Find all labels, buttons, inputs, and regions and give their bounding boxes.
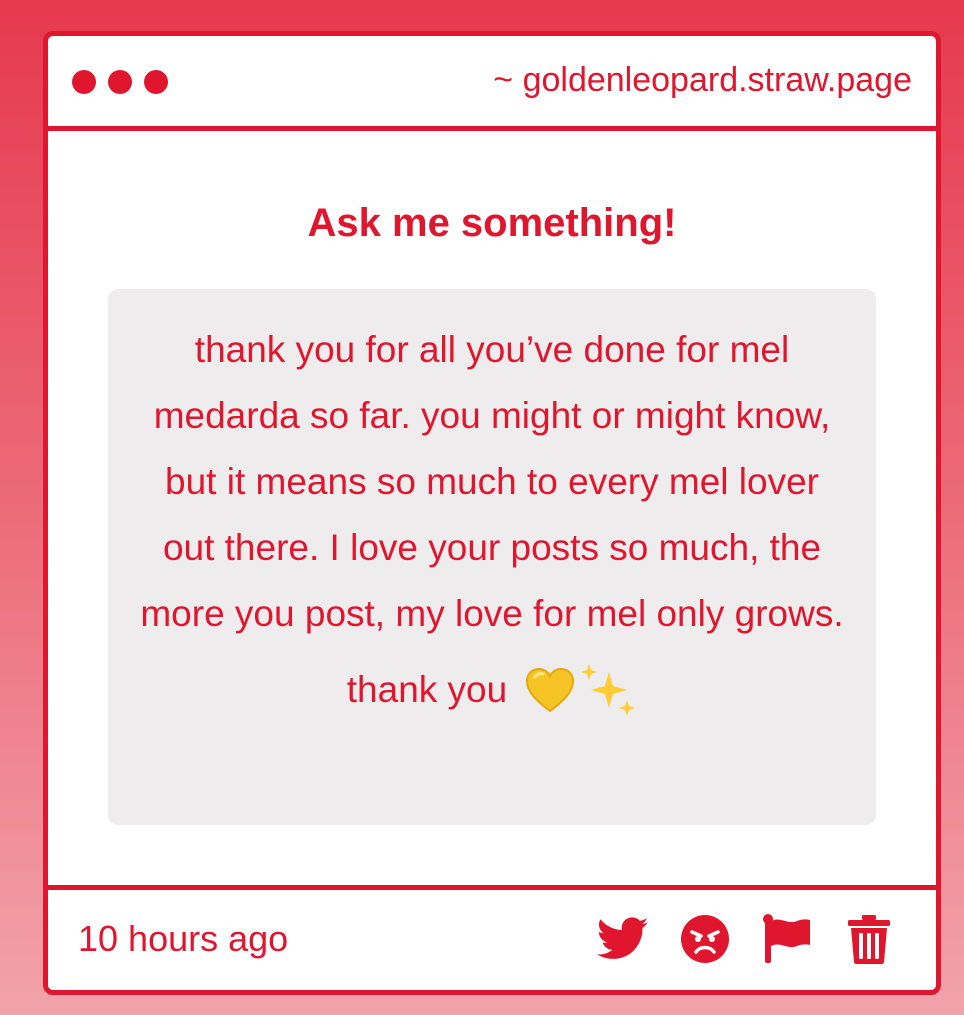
sparkles-icon bbox=[581, 664, 636, 716]
timestamp: 10 hours ago bbox=[78, 918, 289, 959]
window-dot-3 bbox=[144, 70, 168, 94]
block-user-button[interactable] bbox=[678, 912, 732, 966]
page-title: Ask me something! bbox=[307, 201, 677, 245]
window-title-bar: ~ goldenleopard.straw.page bbox=[48, 36, 936, 131]
flag-icon bbox=[763, 914, 810, 963]
question-sign-off: thank you bbox=[347, 657, 637, 723]
sign-off-text: thank you bbox=[346, 669, 508, 710]
question-box: thank you for all you’ve done for mel me… bbox=[108, 289, 876, 825]
page-url: ~ goldenleopard.straw.page bbox=[493, 61, 912, 99]
yellow-heart-icon bbox=[526, 667, 575, 713]
share-twitter-button[interactable] bbox=[596, 912, 650, 966]
report-button[interactable] bbox=[760, 912, 814, 966]
question-text: thank you for all you’ve done for mel me… bbox=[140, 329, 844, 634]
window-controls bbox=[72, 70, 168, 94]
window-dot-1 bbox=[72, 70, 96, 94]
footer-actions bbox=[596, 912, 896, 966]
question-card: ~ goldenleopard.straw.page Ask me someth… bbox=[43, 31, 941, 995]
card-footer: 10 hours ago bbox=[48, 885, 936, 990]
window-dot-2 bbox=[108, 70, 132, 94]
twitter-icon bbox=[597, 917, 649, 959]
trash-icon bbox=[848, 915, 890, 964]
emoji-group bbox=[525, 662, 637, 718]
delete-button[interactable] bbox=[842, 912, 896, 966]
angry-face-icon bbox=[681, 915, 729, 963]
